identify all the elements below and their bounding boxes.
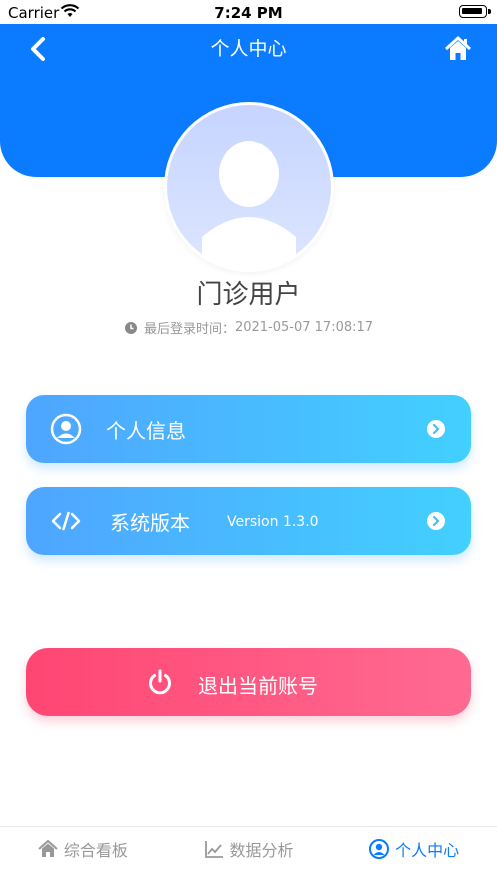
last-login-row: 最后登录时间： 2021-05-07 17:08:17 — [0, 318, 497, 337]
user-circle-icon — [369, 839, 390, 859]
avatar — [164, 102, 334, 272]
last-login-time: 2021-05-07 17:08:17 — [234, 320, 374, 335]
battery-icon — [459, 5, 491, 18]
power-icon — [149, 669, 171, 695]
last-login-label: 最后登录时间： — [143, 322, 235, 337]
logout-button[interactable]: 退出当前账号 — [26, 648, 471, 716]
tab-analysis-label: 数据分析 — [229, 841, 294, 860]
chevron-right-icon — [427, 512, 445, 530]
status-bar: Carrier 7:24 PM — [0, 0, 497, 24]
clock-icon — [124, 321, 137, 334]
user-name: 门诊用户 — [196, 280, 301, 310]
tab-profile[interactable]: 个人中心 — [331, 827, 497, 883]
code-icon — [51, 511, 81, 531]
system-version-label: 系统版本 — [110, 511, 190, 535]
tab-dashboard[interactable]: 综合看板 — [0, 827, 166, 883]
home-icon — [38, 839, 58, 857]
tab-bar: 综合看板 数据分析 个人中心 — [0, 826, 497, 883]
tab-profile-label: 个人中心 — [395, 841, 460, 860]
system-version-button[interactable]: 系统版本 Version 1.3.0 — [26, 487, 471, 555]
status-time: 7:24 PM — [214, 4, 283, 22]
tab-dashboard-label: 综合看板 — [63, 841, 128, 860]
chevron-right-icon — [427, 420, 445, 438]
home-icon[interactable] — [443, 34, 473, 64]
page-title: 个人中心 — [210, 38, 287, 60]
personal-info-label: 个人信息 — [106, 419, 186, 443]
system-version-value: Version 1.3.0 — [227, 514, 319, 530]
tab-analysis[interactable]: 数据分析 — [166, 827, 332, 883]
logout-label: 退出当前账号 — [198, 674, 318, 698]
avatar-placeholder-icon — [167, 105, 331, 272]
line-chart-icon — [204, 841, 223, 858]
personal-info-button[interactable]: 个人信息 — [26, 395, 471, 463]
user-circle-icon — [50, 413, 82, 445]
